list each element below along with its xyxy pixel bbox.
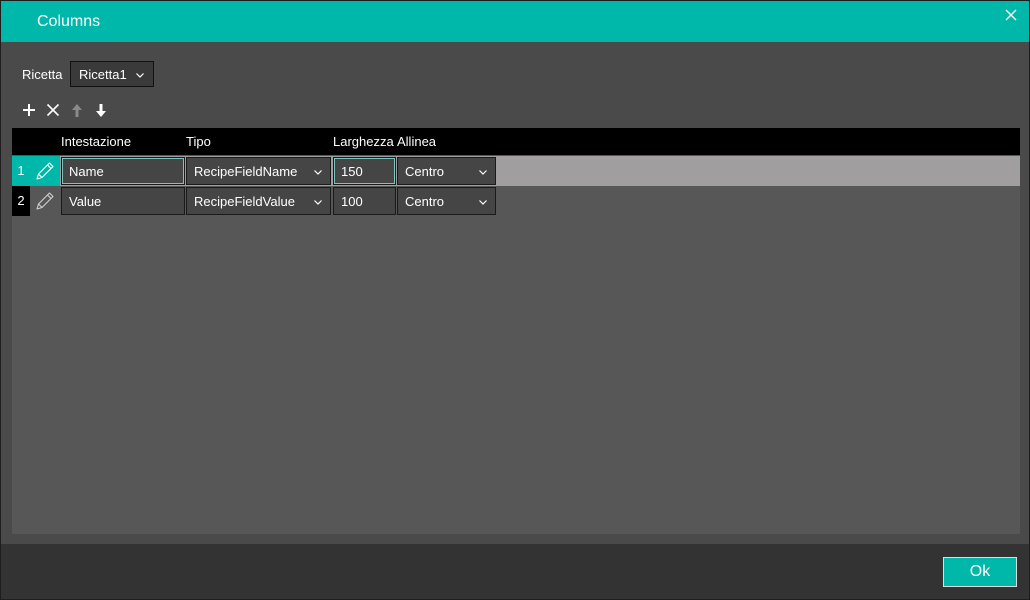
- close-icon[interactable]: [1003, 7, 1019, 23]
- columns-grid: Intestazione Tipo Larghezza Allinea 1 Na…: [12, 128, 1020, 534]
- type-value: RecipeFieldName: [194, 164, 298, 179]
- chevron-down-icon: [313, 165, 323, 180]
- heading-value: Value: [69, 194, 102, 209]
- recipe-select-value: Ricetta1: [79, 67, 127, 82]
- heading-value: Name: [69, 164, 104, 179]
- dialog-title: Columns: [37, 13, 101, 30]
- type-select[interactable]: RecipeFieldName: [186, 157, 331, 185]
- heading-input[interactable]: Value: [61, 187, 185, 215]
- chevron-down-icon: [478, 195, 488, 210]
- type-value: RecipeFieldValue: [194, 194, 295, 209]
- chevron-down-icon: [313, 195, 323, 210]
- header-intestazione: Intestazione: [61, 134, 132, 149]
- align-value: Centro: [405, 194, 445, 209]
- width-input[interactable]: 100: [333, 187, 396, 215]
- width-value: 150: [341, 164, 363, 179]
- pencil-icon[interactable]: [30, 156, 60, 186]
- align-select[interactable]: Centro: [397, 187, 496, 215]
- header-tipo: Tipo: [186, 134, 211, 149]
- align-select[interactable]: Centro: [397, 157, 496, 185]
- columns-dialog: Columns Ricetta Ricetta1 Intestazione Ti…: [0, 0, 1030, 600]
- align-value: Centro: [405, 164, 445, 179]
- arrow-down-icon[interactable]: [93, 101, 109, 119]
- header-allinea: Allinea: [397, 134, 437, 149]
- recipe-select[interactable]: Ricetta1: [70, 61, 154, 87]
- header-larghezza: Larghezza: [333, 134, 394, 149]
- heading-input[interactable]: Name: [61, 157, 185, 185]
- chevron-down-icon: [478, 165, 488, 180]
- table-row[interactable]: 1 Name RecipeFieldName 150 Centro: [12, 156, 1020, 186]
- row-number: 1: [12, 156, 30, 186]
- width-input[interactable]: 150: [333, 157, 396, 185]
- dialog-footer: [1, 544, 1029, 599]
- row-number: 2: [12, 186, 30, 216]
- pencil-icon[interactable]: [30, 186, 60, 216]
- recipe-label: Ricetta: [22, 67, 63, 82]
- table-row[interactable]: 2 Value RecipeFieldValue 100 Centro: [12, 186, 1020, 216]
- title-bar: Columns: [1, 1, 1029, 42]
- grid-header: Intestazione Tipo Larghezza Allinea: [12, 128, 1020, 155]
- chevron-down-icon: [135, 68, 145, 83]
- width-value: 100: [341, 194, 363, 209]
- arrow-up-icon[interactable]: [69, 101, 85, 119]
- type-select[interactable]: RecipeFieldValue: [186, 187, 331, 215]
- plus-icon[interactable]: [21, 101, 37, 119]
- delete-icon[interactable]: [45, 101, 61, 119]
- ok-button[interactable]: Ok: [943, 557, 1017, 587]
